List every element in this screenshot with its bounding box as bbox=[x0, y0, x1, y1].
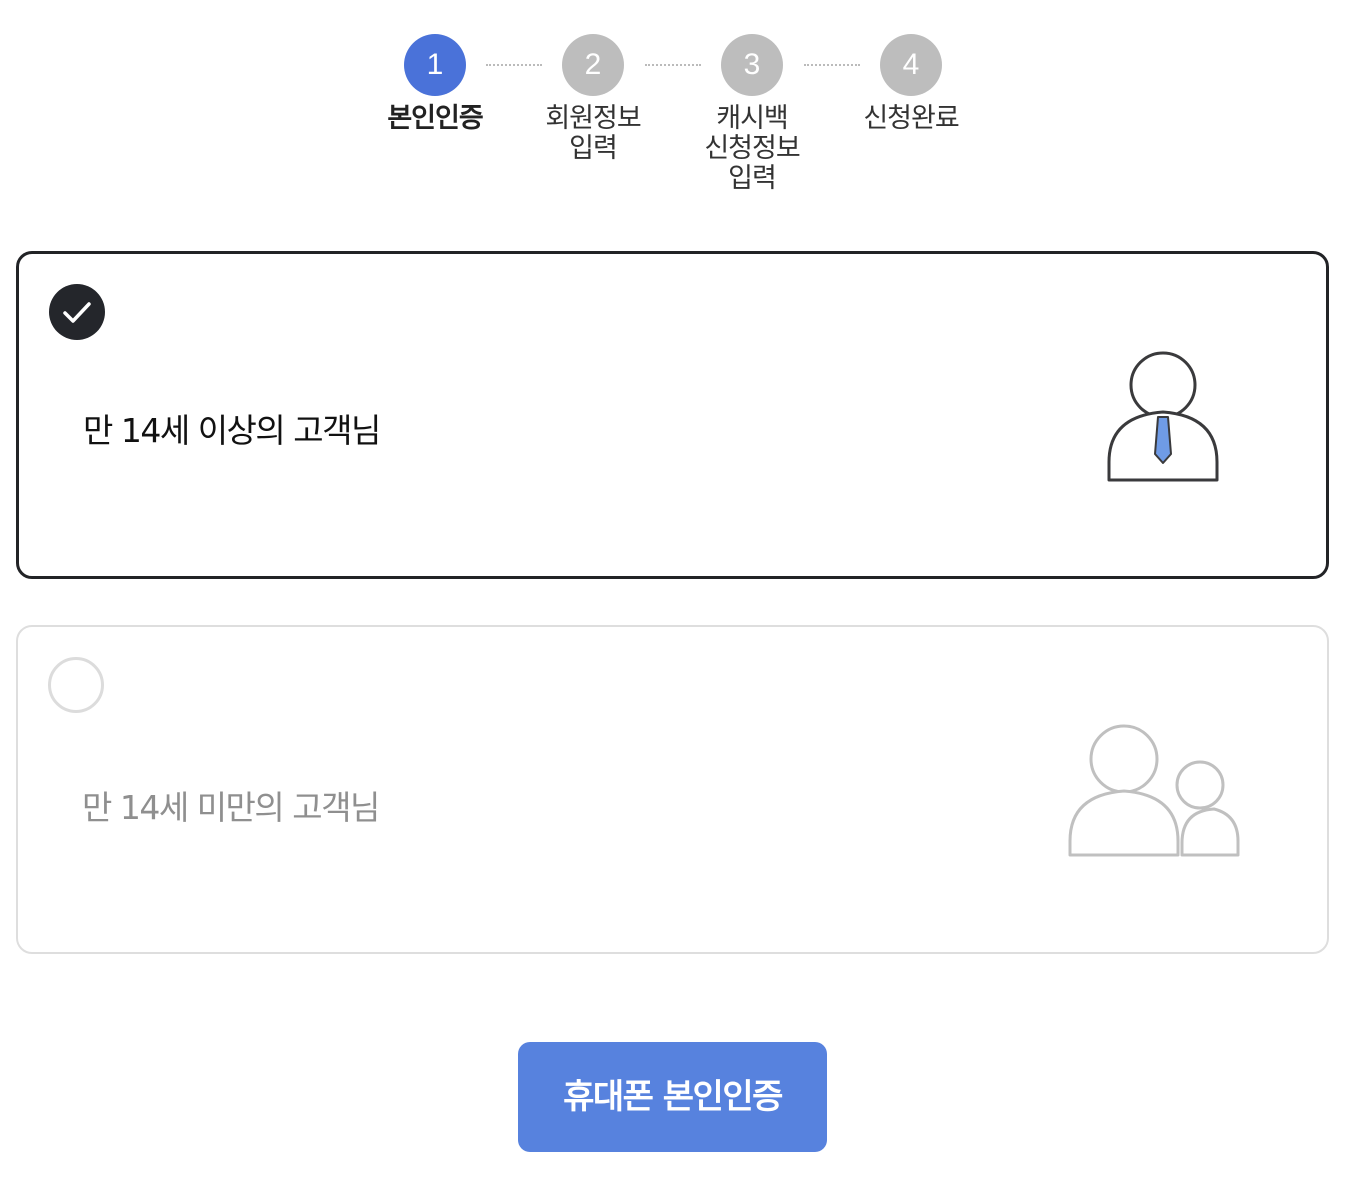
adult-person-icon bbox=[1107, 351, 1219, 482]
step-2-circle: 2 bbox=[562, 34, 624, 96]
step-2-label: 회원정보 입력 bbox=[545, 103, 641, 164]
step-connector bbox=[486, 64, 542, 66]
step-4-circle: 4 bbox=[880, 34, 942, 96]
step-4-label: 신청완료 bbox=[863, 103, 959, 134]
option-label: 만 14세 이상의 고객님 bbox=[83, 411, 381, 450]
step-connector bbox=[804, 64, 860, 66]
step-1-circle: 1 bbox=[404, 34, 466, 96]
option-card-adult[interactable]: 만 14세 이상의 고객님 bbox=[16, 251, 1329, 579]
step-connector bbox=[645, 64, 701, 66]
option-card-minor[interactable]: 만 14세 미만의 고객님 bbox=[16, 625, 1329, 954]
progress-stepper: 1 2 3 4 본인인증 회원정보 입력 캐시백 신청정보 입력 신청완료 bbox=[0, 0, 1346, 210]
check-circle-icon[interactable] bbox=[49, 284, 105, 340]
step-3-label: 캐시백 신청정보 입력 bbox=[704, 103, 800, 194]
step-1-label: 본인인증 bbox=[387, 103, 483, 134]
radio-circle-icon[interactable] bbox=[48, 657, 104, 713]
step-3-circle: 3 bbox=[721, 34, 783, 96]
adult-child-icon bbox=[1068, 724, 1240, 857]
phone-verification-button[interactable]: 휴대폰 본인인증 bbox=[518, 1042, 827, 1152]
option-label: 만 14세 미만의 고객님 bbox=[82, 788, 380, 827]
